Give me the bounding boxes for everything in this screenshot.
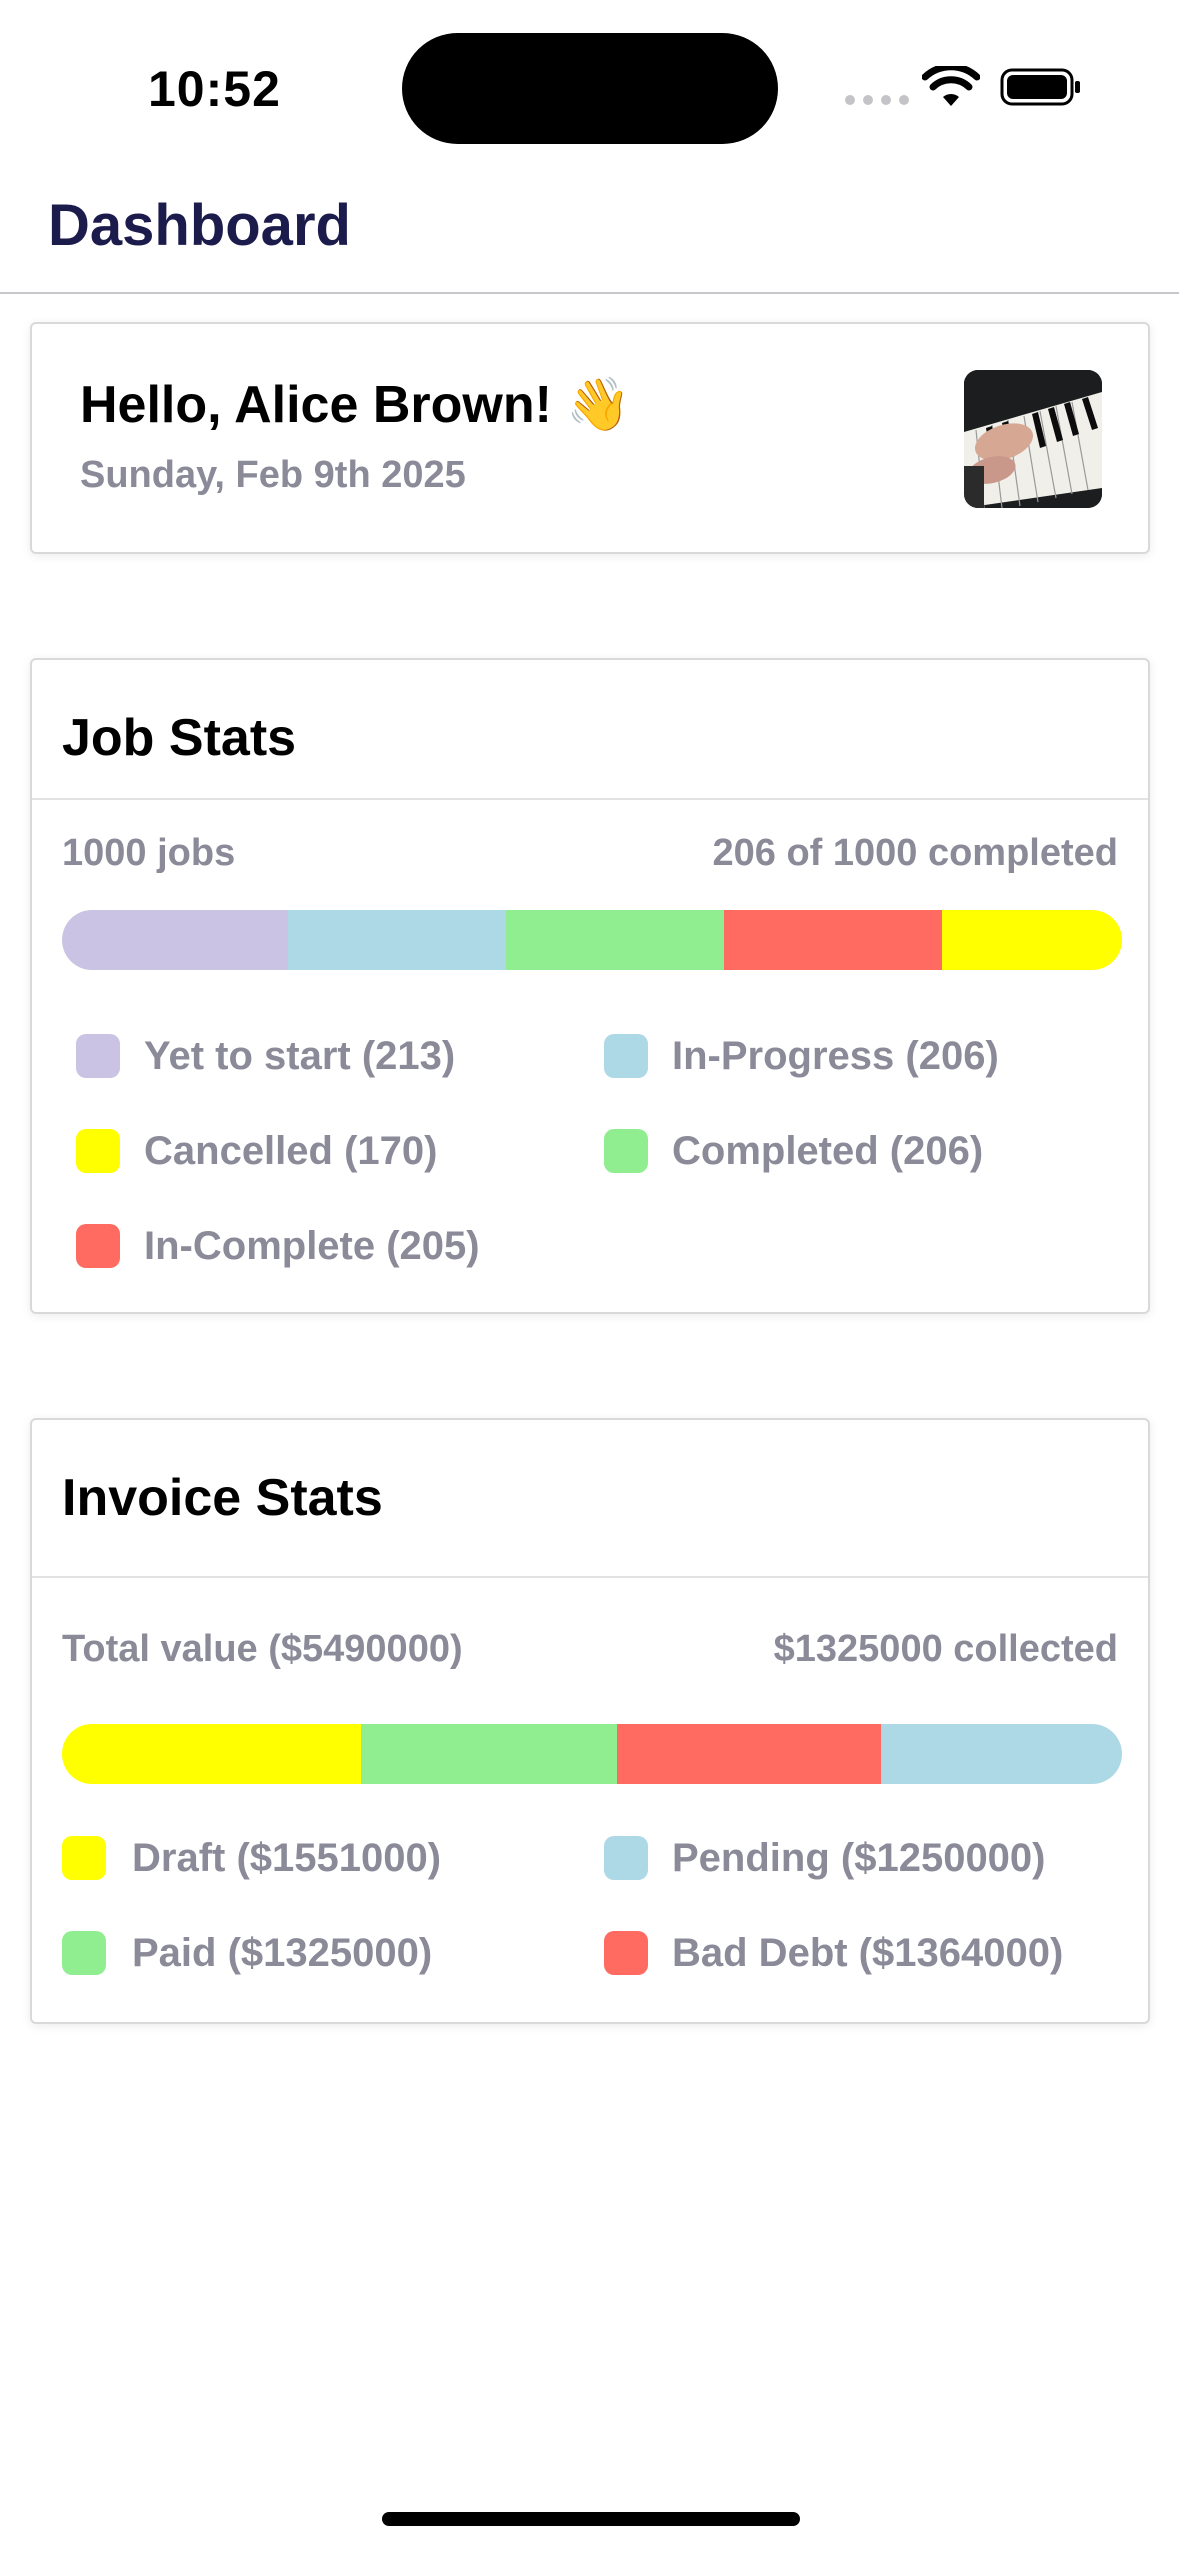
page-title: Dashboard (48, 193, 351, 258)
legend-label: Draft ($1551000) (132, 1835, 442, 1880)
avatar-piano-image (964, 370, 1102, 508)
legend-item-paid: Paid ($1325000) (62, 1929, 432, 1977)
battery-icon (1000, 68, 1080, 106)
legend-swatch (62, 1836, 106, 1880)
bar-segment-yet-to-start (62, 910, 288, 970)
greeting-card: Hello, Alice Brown! 👋 Sunday, Feb 9th 20… (30, 322, 1150, 554)
legend-item-bad-debt: Bad Debt ($1364000) (604, 1929, 1063, 1977)
bar-segment-bad-debt (617, 1724, 881, 1784)
legend-swatch (76, 1224, 120, 1268)
legend-item-pending: Pending ($1250000) (604, 1834, 1046, 1882)
legend-item-in-complete: In-Complete (205) (76, 1222, 480, 1270)
divider (32, 798, 1148, 800)
job-total-label: 1000 jobs (62, 832, 236, 874)
avatar[interactable] (964, 370, 1102, 508)
job-stats-card: Job Stats 1000 jobs 206 of 1000 complete… (30, 658, 1150, 1314)
legend-item-yet-to-start: Yet to start (213) (76, 1032, 455, 1080)
job-stats-bar (62, 910, 1122, 970)
legend-item-completed: Completed (206) (604, 1127, 983, 1175)
legend-swatch (604, 1129, 648, 1173)
screen: 10:52 Dashboard Hello, Alice Brown! 👋 Su… (0, 0, 1179, 2556)
legend-label: In-Complete (205) (144, 1223, 480, 1268)
bar-segment-in-progress (287, 910, 507, 970)
bar-segment-draft (62, 1724, 362, 1784)
job-completed-label: 206 of 1000 completed (712, 832, 1118, 874)
legend-item-draft: Draft ($1551000) (62, 1834, 441, 1882)
dynamic-island (402, 33, 778, 144)
job-stats-title: Job Stats (62, 709, 297, 767)
status-bar: 10:52 (0, 0, 1179, 170)
cellular-signal-icon (845, 95, 909, 105)
legend-swatch (604, 1931, 648, 1975)
header: Dashboard (0, 170, 1179, 294)
legend-label: Cancelled (170) (144, 1128, 438, 1173)
bar-segment-cancelled (941, 910, 1122, 970)
legend-label: Pending ($1250000) (672, 1835, 1046, 1880)
bar-segment-pending (880, 1724, 1122, 1784)
legend-label: In-Progress (206) (672, 1033, 999, 1078)
bar-segment-paid (361, 1724, 618, 1784)
legend-label: Completed (206) (672, 1128, 984, 1173)
legend-swatch (76, 1129, 120, 1173)
home-indicator[interactable] (382, 2512, 800, 2526)
legend-swatch (62, 1931, 106, 1975)
legend-swatch (604, 1034, 648, 1078)
status-time: 10:52 (148, 61, 281, 117)
legend-label: Yet to start (213) (144, 1033, 456, 1078)
divider (32, 1576, 1148, 1578)
invoice-total-label: Total value ($5490000) (62, 1628, 463, 1670)
wifi-icon (922, 66, 980, 106)
invoice-stats-title: Invoice Stats (62, 1469, 383, 1527)
bar-segment-completed (506, 910, 725, 970)
invoice-stats-card: Invoice Stats Total value ($5490000) $13… (30, 1418, 1150, 2024)
legend-swatch (604, 1836, 648, 1880)
bar-segment-in-complete (724, 910, 942, 970)
greeting-text: Hello, Alice Brown! 👋 (80, 376, 632, 434)
legend-swatch (76, 1034, 120, 1078)
date-text: Sunday, Feb 9th 2025 (80, 454, 466, 496)
legend-item-cancelled: Cancelled (170) (76, 1127, 437, 1175)
legend-label: Bad Debt ($1364000) (672, 1930, 1064, 1975)
legend-label: Paid ($1325000) (132, 1930, 433, 1975)
invoice-collected-label: $1325000 collected (773, 1628, 1118, 1670)
legend-item-in-progress: In-Progress (206) (604, 1032, 999, 1080)
invoice-stats-bar (62, 1724, 1122, 1784)
